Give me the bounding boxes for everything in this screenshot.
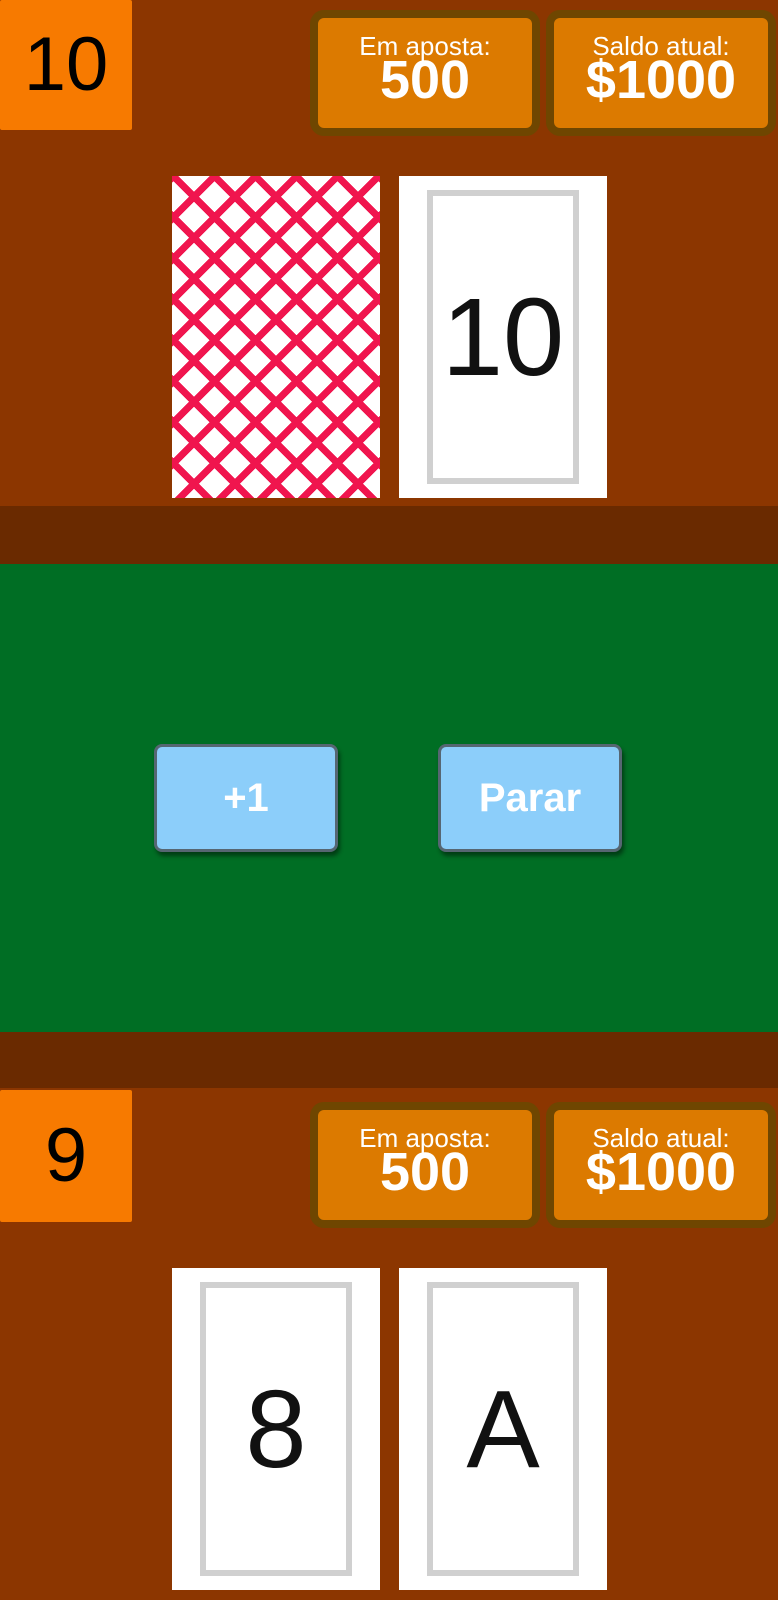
hit-button[interactable]: +1: [154, 744, 338, 852]
dealer-balance-box: Saldo atual: $1000: [554, 18, 768, 128]
dealer-bet-box: Em aposta: 500: [318, 18, 532, 128]
player-card-2-rank: A: [427, 1282, 579, 1576]
dealer-bet-value: 500: [379, 50, 471, 110]
top-divider: [0, 506, 778, 564]
table-felt: [0, 564, 778, 1032]
player-score: 9: [0, 1090, 132, 1222]
player-card-1-rank: 8: [200, 1282, 352, 1576]
player-card-1: 8: [172, 1268, 380, 1590]
player-bet-value: 500: [379, 1142, 471, 1202]
player-bet-box: Em aposta: 500: [318, 1110, 532, 1220]
bottom-divider: [0, 1032, 778, 1088]
player-balance-box: Saldo atual: $1000: [554, 1110, 768, 1220]
player-card-2: A: [399, 1268, 607, 1590]
dealer-score: 10: [0, 0, 132, 130]
player-balance-value: $1000: [585, 1142, 737, 1202]
dealer-balance-value: $1000: [585, 50, 737, 110]
dealer-card-2: 10: [399, 176, 607, 498]
stand-button[interactable]: Parar: [438, 744, 622, 852]
dealer-card-2-rank: 10: [427, 190, 579, 484]
dealer-card-face-down: [172, 176, 380, 498]
